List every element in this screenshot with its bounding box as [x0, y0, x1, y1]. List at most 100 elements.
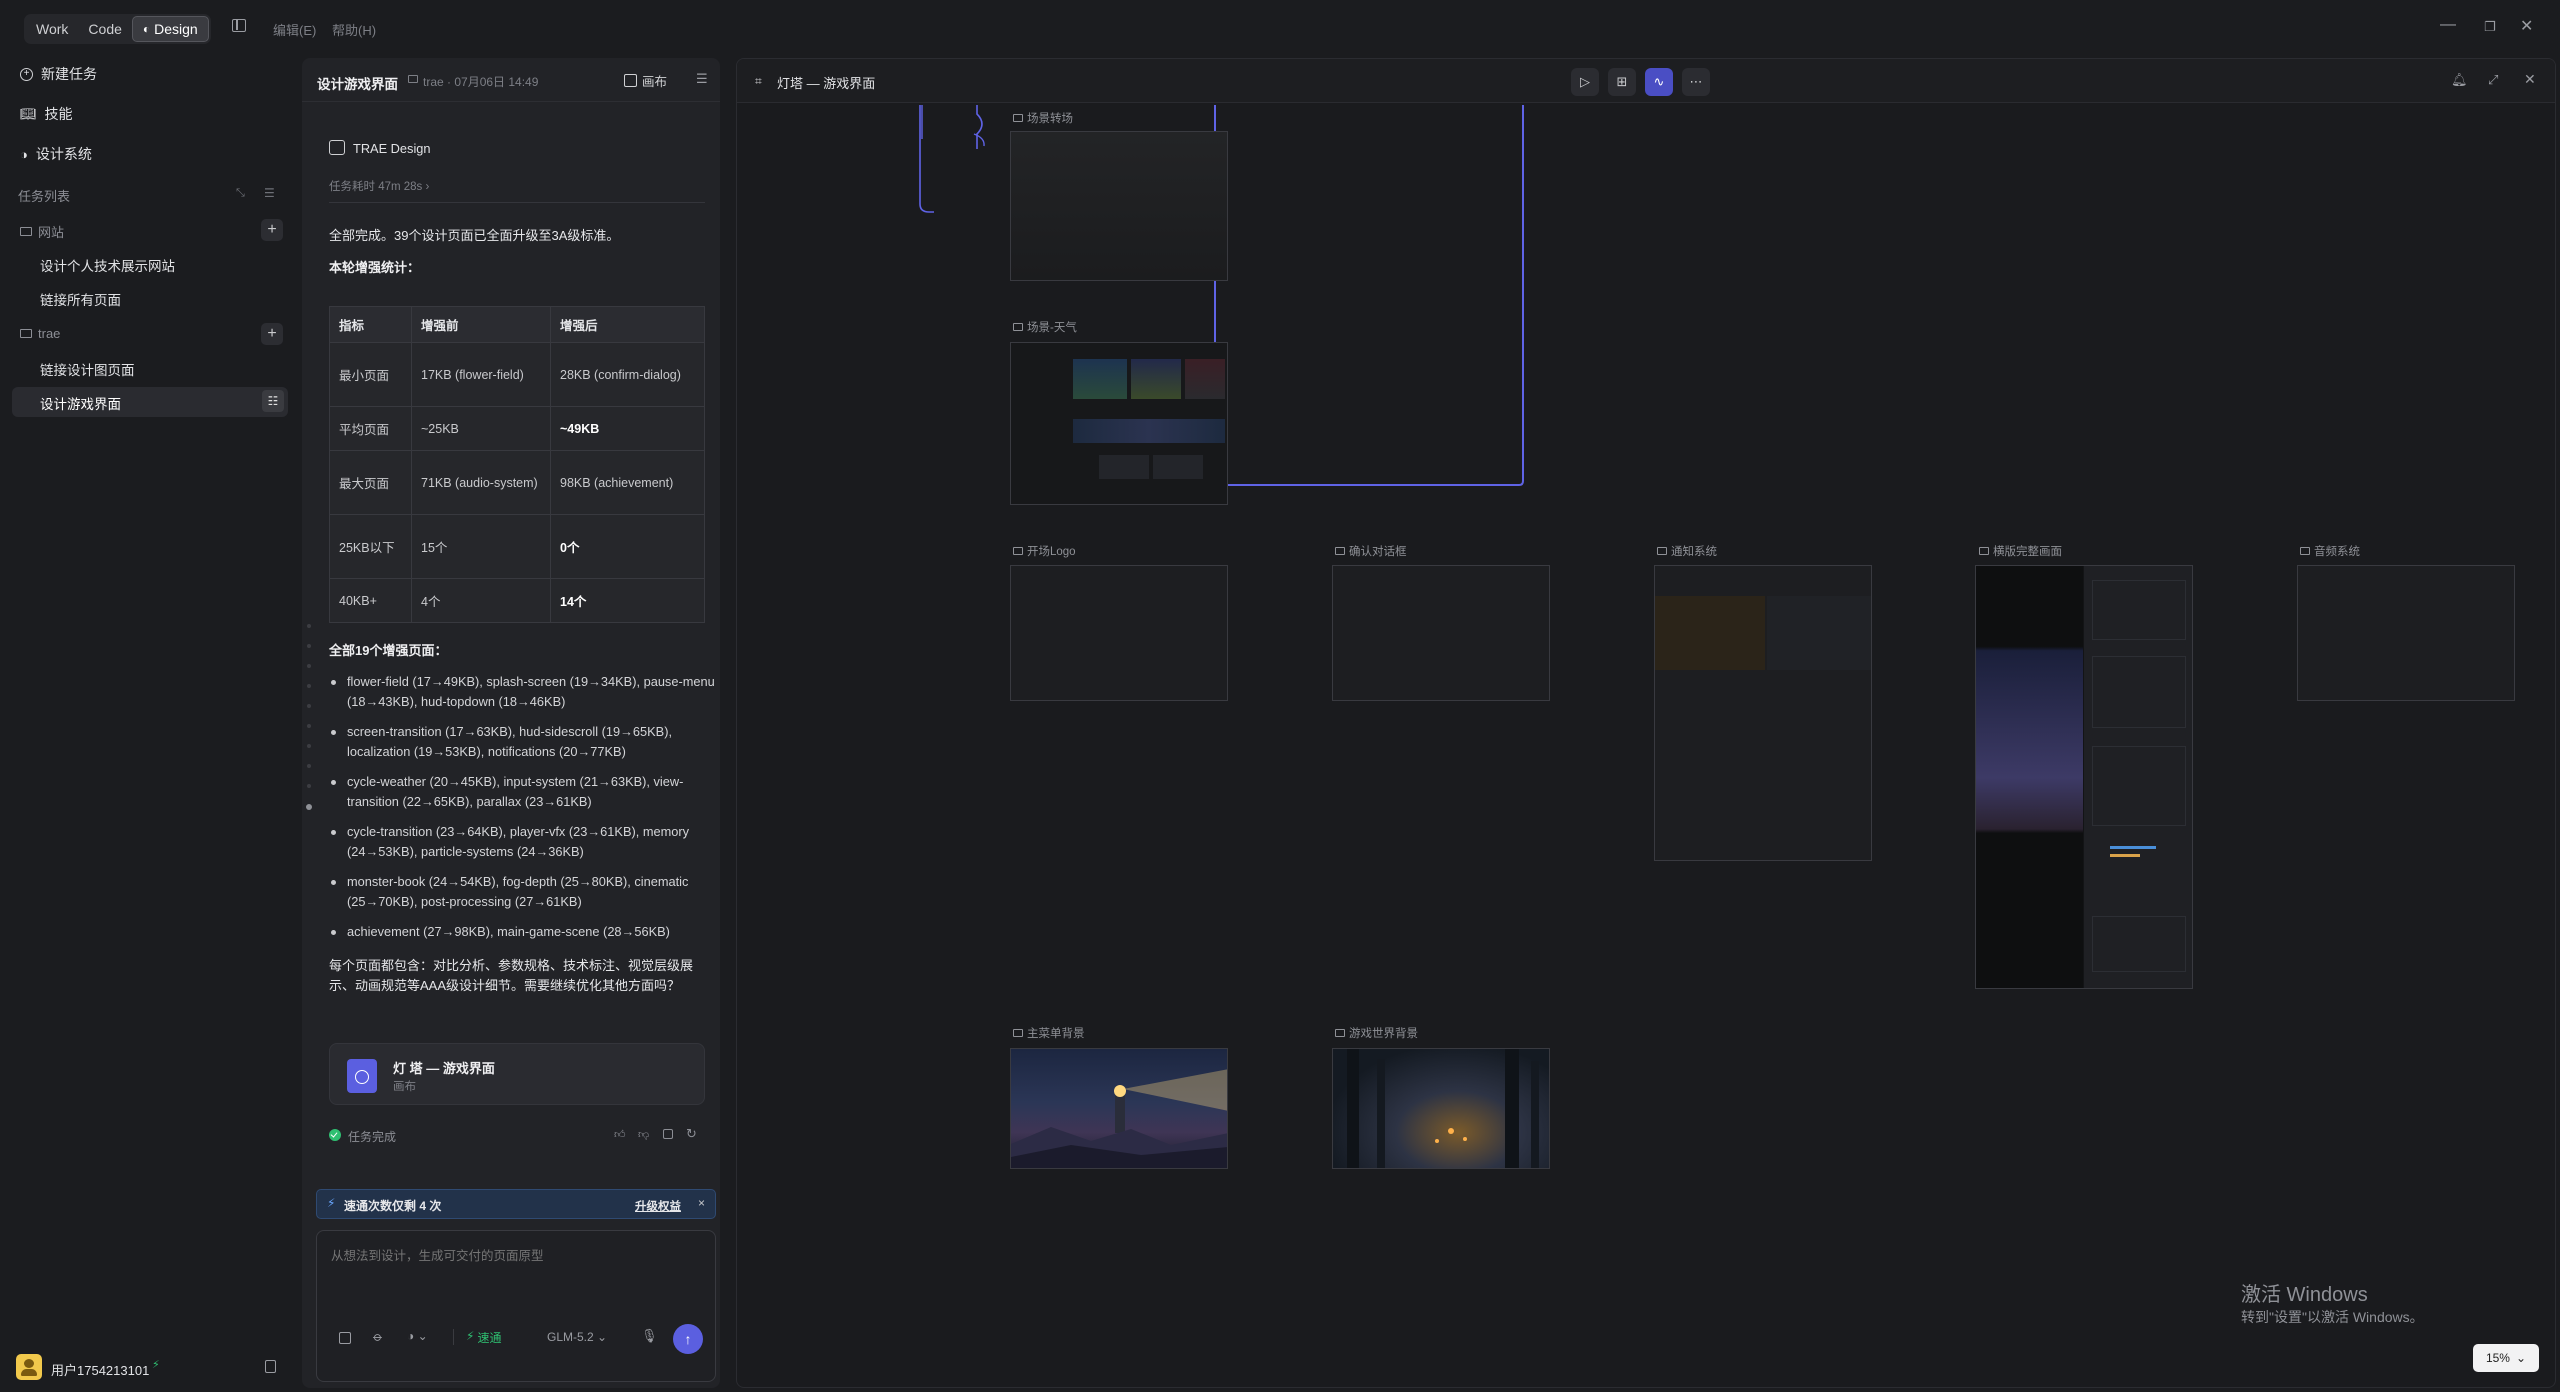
more-icon[interactable]: ⋯ [1682, 68, 1710, 96]
mode-work-button[interactable]: Work [26, 16, 78, 42]
table-cell-bold: 14个 [560, 595, 587, 609]
frame-scene-weather[interactable] [1010, 342, 1228, 505]
task-list-icon[interactable]: ☷ [262, 390, 284, 412]
frame-icon [1979, 547, 1989, 555]
paperclip-icon[interactable]: ⌀ [369, 1329, 386, 1346]
canvas-toggle-button[interactable]: 画布 [624, 71, 667, 90]
frame-label-notifications[interactable]: 通知系统 [1657, 543, 1717, 559]
thumbs-down-icon[interactable]: 👎︎ [638, 1128, 649, 1141]
retry-icon[interactable]: ↻ [686, 1126, 697, 1142]
prompt-input[interactable] [331, 1245, 701, 1315]
new-task-label: 新建任务 [41, 66, 97, 82]
mode-design-button[interactable]: ◐ Design [131, 16, 209, 42]
zoom-control[interactable]: 15% ⌄ [2473, 1344, 2539, 1372]
stats-heading: 本轮增强统计： [329, 260, 421, 275]
minimize-icon[interactable]: — [2440, 16, 2456, 34]
table-cell: ~25KB [411, 406, 551, 451]
list-item: flower-field (17→49KB), splash-screen (1… [329, 672, 719, 712]
new-task-button[interactable]: + 新建任务 [20, 64, 97, 84]
template-icon[interactable] [339, 1332, 351, 1344]
frame-audio-system[interactable] [2297, 565, 2515, 701]
folder-icon [408, 75, 418, 83]
table-cell: ~49KB [550, 406, 705, 451]
expand-icon[interactable]: ⤢ [2488, 72, 2498, 88]
list-item: screen-transition (17→63KB), hud-sidescr… [329, 722, 719, 762]
canvas-card[interactable]: 灯 塔 — 游戏界面 画布 [329, 1043, 705, 1105]
task-item[interactable]: 链接所有页面 [40, 289, 121, 309]
frame-label-sidescroll-full[interactable]: 横版完整画面 [1979, 543, 2062, 559]
close-icon[interactable]: ✕ [2524, 71, 2536, 88]
prompt-input-box: ⌀ ◑ ⌄ ⚡︎ 速通 GLM-5.2 ⌄ 🎙︎ ↑ [316, 1230, 716, 1382]
frame-label-main-menu-bg[interactable]: 主菜单背景 [1013, 1025, 1085, 1041]
table-cell: 4个 [411, 578, 551, 623]
skills-button[interactable]: 📖︎ 技能 [20, 104, 73, 124]
frame-label-scene-weather[interactable]: 场景-天气 [1013, 319, 1077, 335]
play-icon[interactable]: ▷ [1571, 68, 1599, 96]
summary-text: 全部完成。39个设计页面已全面升级至3A级标准。 [329, 228, 620, 243]
palette-dropdown[interactable]: ◑ ⌄ [407, 1329, 428, 1343]
frame-confirm-dialog[interactable] [1332, 565, 1550, 701]
frame-icon [1657, 547, 1667, 555]
resize-handle[interactable] [306, 624, 312, 816]
menu-help[interactable]: 帮助(H) [332, 20, 376, 39]
table-cell: 15个 [411, 514, 551, 579]
thumb-panel [1099, 455, 1149, 479]
frame-label-game-world-bg[interactable]: 游戏世界背景 [1335, 1025, 1418, 1041]
close-icon[interactable]: × [698, 1196, 705, 1210]
frame-label-text: 横版完整画面 [1993, 546, 2062, 558]
frame-icon [1335, 547, 1345, 555]
task-item-active[interactable]: 设计游戏界面 [40, 393, 121, 413]
thumb-panel [1767, 596, 1871, 670]
avatar[interactable] [16, 1354, 42, 1380]
group-website-label: 网站 [38, 225, 65, 240]
upgrade-link[interactable]: 升级权益 [635, 1198, 681, 1214]
username[interactable]: 用户1754213101 [51, 1360, 149, 1379]
bolt-icon: ⚡︎ [327, 1196, 336, 1210]
settings-sliders-icon[interactable]: ☰ [696, 71, 708, 87]
thumbs-up-icon[interactable]: 👍︎ [614, 1128, 626, 1141]
connect-icon[interactable]: ∿ [1645, 68, 1673, 96]
bell-icon[interactable]: 🔔︎ [2451, 72, 2468, 88]
model-selector[interactable]: GLM-5.2 ⌄ [547, 1330, 607, 1344]
frame-label-confirm-dialog[interactable]: 确认对话框 [1335, 543, 1407, 559]
collapse-icon[interactable]: ⤡ [236, 187, 245, 200]
grid-icon[interactable]: ⊞ [1608, 68, 1636, 96]
close-window-icon[interactable]: ✕ [2520, 16, 2533, 36]
table-cell: 14个 [550, 578, 705, 623]
frame-notifications[interactable] [1654, 565, 1872, 861]
add-task-website-button[interactable]: + [261, 219, 283, 241]
filter-icon[interactable]: ☰ [264, 186, 275, 200]
speed-mode-toggle[interactable]: ⚡︎ 速通 [466, 1329, 501, 1346]
design-canvas[interactable]: ⌗ 灯塔 — 游戏界面 ▷ ⊞ ∿ ⋯ 🔔︎ ⤢ ✕ 场景转场 场景-天气 开场… [736, 58, 2556, 1388]
closing-text: 每个页面都包含：对比分析、参数规格、技术标注、视觉层级展示、动画规范等AAA级设… [329, 958, 694, 993]
frame-sidescroll-full[interactable] [1975, 565, 2193, 989]
canvas-header: ⌗ 灯塔 — 游戏界面 ▷ ⊞ ∿ ⋯ 🔔︎ ⤢ ✕ [737, 59, 2555, 103]
frame-intro-logo[interactable] [1010, 565, 1228, 701]
add-task-trae-button[interactable]: + [261, 323, 283, 345]
frame-main-menu-bg[interactable] [1010, 1048, 1228, 1169]
frame-game-world-bg[interactable] [1332, 1048, 1550, 1169]
task-item[interactable]: 设计个人技术展示网站 [40, 255, 175, 275]
group-trae[interactable]: trae [20, 326, 60, 341]
microphone-icon[interactable]: 🎙︎ [641, 1328, 658, 1344]
restore-icon[interactable]: ❐ [2484, 19, 2496, 35]
copy-icon[interactable] [663, 1129, 673, 1139]
mode-code-button[interactable]: Code [78, 16, 131, 42]
task-item[interactable]: 链接设计图页面 [40, 359, 135, 379]
group-website[interactable]: 网站 [20, 222, 64, 241]
frame-scene-transition[interactable] [1010, 131, 1228, 281]
frame-label-scene-transition[interactable]: 场景转场 [1013, 110, 1073, 126]
menu-edit[interactable]: 编辑(E) [273, 20, 316, 39]
frame-label-audio-system[interactable]: 音频系统 [2300, 543, 2360, 559]
send-button[interactable]: ↑ [673, 1324, 703, 1354]
frame-label-text: 游戏世界背景 [1349, 1028, 1418, 1040]
frame-label-intro-logo[interactable]: 开场Logo [1013, 543, 1076, 559]
document-icon[interactable] [265, 1360, 276, 1373]
design-file-icon [347, 1059, 377, 1093]
design-system-button[interactable]: ◑ 设计系统 [20, 144, 92, 164]
task-duration[interactable]: 任务耗时 47m 28s › [329, 178, 429, 194]
status-text: 任务完成 [348, 1130, 397, 1144]
list-item: cycle-weather (20→45KB), input-system (2… [329, 772, 719, 812]
frame-label-text: 通知系统 [1671, 546, 1717, 558]
sidebar-toggle-icon[interactable] [232, 19, 246, 32]
